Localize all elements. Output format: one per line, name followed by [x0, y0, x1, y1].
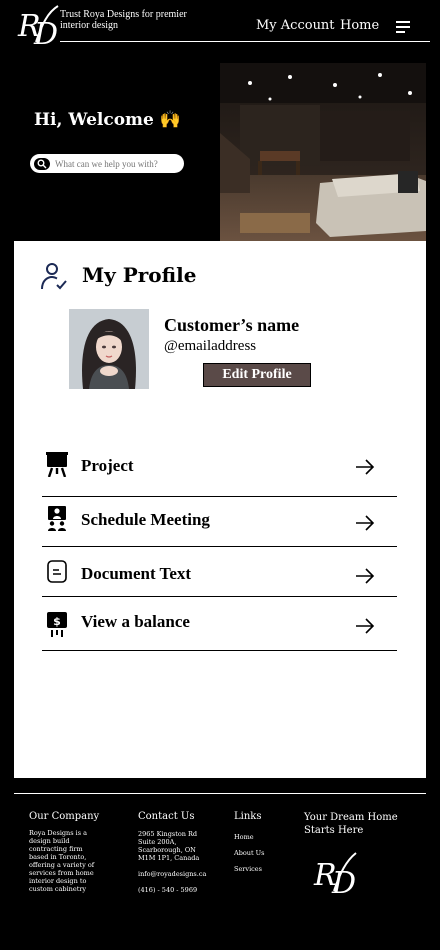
svg-text:D: D — [33, 17, 58, 48]
menu-item-label: View a balance — [81, 612, 190, 631]
header-divider — [60, 41, 430, 42]
row-divider — [42, 650, 397, 651]
roya-designs-footer-logo[interactable]: R D — [312, 851, 358, 899]
footer-divider — [14, 793, 426, 794]
row-divider — [42, 596, 397, 597]
footer-link-about-us[interactable]: About Us — [234, 849, 264, 857]
search-icon[interactable] — [34, 157, 50, 170]
site-header: R D Trust Roya Designs for premier inter… — [0, 0, 440, 60]
profile-card: My Profile Customer’s name @emailaddress… — [14, 241, 426, 778]
living-room-basement-photo — [220, 63, 426, 241]
row-divider — [42, 496, 397, 497]
menu-item-schedule-meeting[interactable]: Schedule Meeting — [42, 505, 397, 555]
arrow-right-icon[interactable] — [355, 568, 375, 584]
menu-item-label: Schedule Meeting — [81, 510, 210, 529]
page-title: My Profile — [82, 263, 197, 287]
nav-my-account-link[interactable]: My Account — [256, 18, 335, 33]
menu-item-label: Document Text — [81, 564, 192, 583]
search-input[interactable] — [55, 158, 180, 169]
search-bar[interactable] — [30, 154, 184, 173]
footer-contact-heading: Contact Us — [138, 811, 195, 822]
header-tagline: Trust Roya Designs for premier interior … — [60, 9, 187, 31]
menu-item-project[interactable]: Project — [42, 451, 397, 501]
footer-contact-address: 2965 Kingston Rd Suite 200A, Scarborough… — [138, 830, 200, 862]
footer-contact-email[interactable]: info@royadesigns.ca — [138, 870, 206, 878]
footer-dream-heading: Your Dream Home Starts Here — [304, 812, 398, 836]
money-icon: $ — [47, 612, 67, 637]
nav-home-link[interactable]: Home — [340, 18, 379, 33]
avatar[interactable] — [69, 309, 149, 389]
document-icon — [47, 560, 67, 583]
svg-text:$: $ — [53, 615, 61, 628]
row-divider — [42, 546, 397, 547]
user-check-icon — [41, 263, 67, 290]
presentation-board-icon — [46, 452, 68, 477]
arrow-right-icon[interactable] — [355, 618, 375, 634]
customer-name: Customer’s name — [164, 315, 300, 335]
footer-links-heading: Links — [234, 811, 262, 822]
hamburger-menu-icon[interactable] — [396, 20, 412, 34]
arrow-right-icon[interactable] — [355, 515, 375, 531]
svg-text:D: D — [331, 866, 356, 899]
footer-company-heading: Our Company — [29, 811, 100, 822]
arrow-right-icon[interactable] — [355, 459, 375, 475]
customer-email: @emailaddress — [164, 338, 257, 354]
menu-item-label: Project — [81, 456, 134, 475]
edit-profile-button[interactable]: Edit Profile — [203, 363, 311, 387]
footer-contact-phone[interactable]: (416) - 540 - 5969 — [138, 886, 197, 894]
meeting-people-icon — [48, 506, 66, 531]
menu-item-document-text[interactable]: Document Text — [42, 559, 397, 609]
roya-designs-logo[interactable]: R D — [16, 4, 60, 48]
footer-link-services[interactable]: Services — [234, 865, 262, 873]
footer-company-text: Roya Designs is a design build contracti… — [29, 829, 95, 893]
menu-item-view-balance[interactable]: $ View a balance — [42, 611, 397, 661]
footer-link-home[interactable]: Home — [234, 833, 254, 841]
welcome-heading: Hi, Welcome 🙌 — [34, 110, 181, 130]
